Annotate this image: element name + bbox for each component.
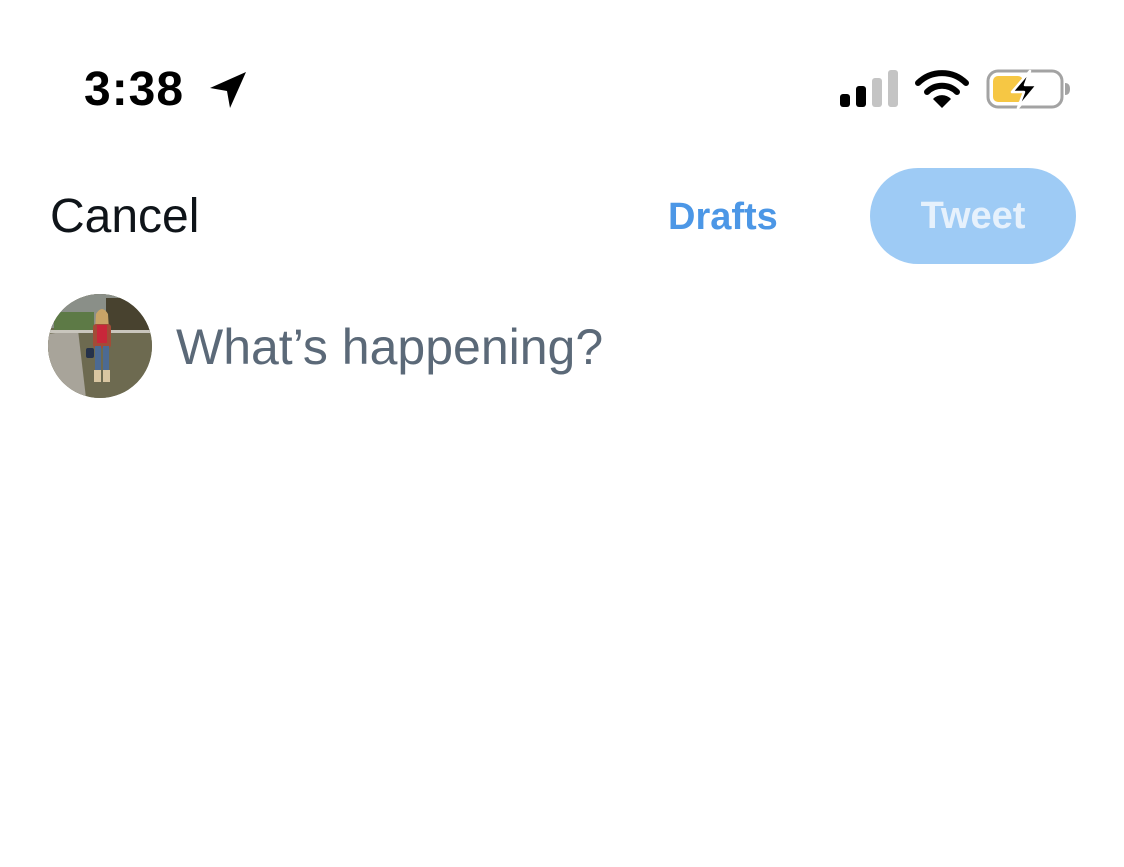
wifi-icon (915, 70, 969, 108)
cancel-button[interactable]: Cancel (50, 188, 199, 246)
battery-charging-icon (986, 69, 1070, 110)
cellular-signal-icon (840, 70, 898, 107)
drafts-button[interactable]: Drafts (668, 194, 778, 240)
tweet-button[interactable]: Tweet (870, 168, 1076, 264)
avatar[interactable] (48, 294, 152, 398)
location-arrow-icon (210, 72, 246, 108)
tweet-compose-input[interactable] (176, 312, 1076, 382)
status-time: 3:38 (84, 63, 185, 116)
avatar-photo (48, 294, 152, 398)
